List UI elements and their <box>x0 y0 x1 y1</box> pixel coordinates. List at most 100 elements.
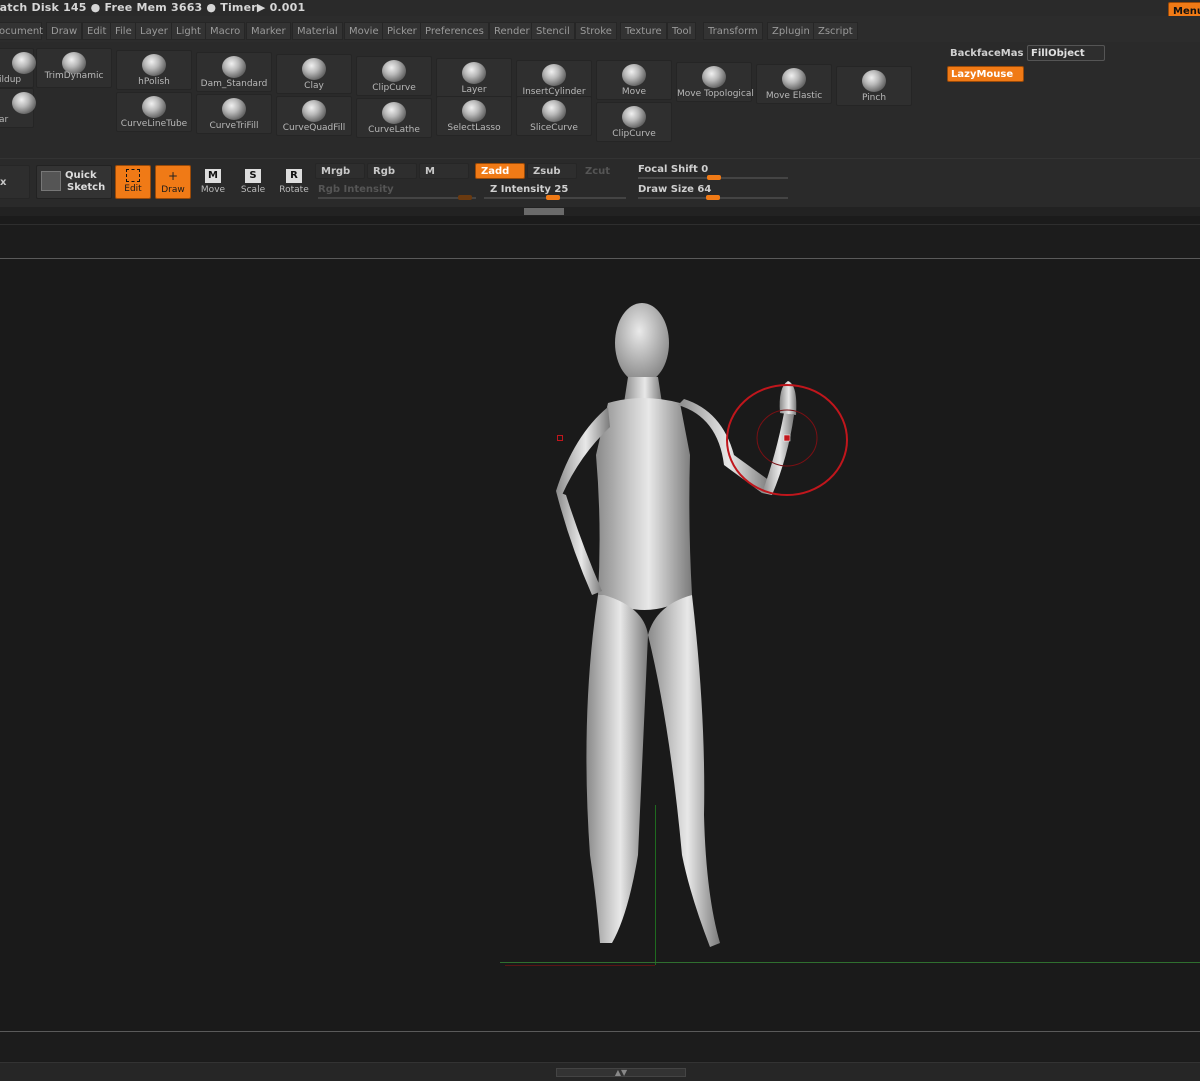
brush-label: Move Elastic <box>765 91 823 101</box>
dam-standard-brush-icon <box>222 56 246 78</box>
brush-label: Move <box>621 87 647 97</box>
z-intensity-value: 25 <box>554 184 569 195</box>
slicecurve-brush-icon <box>542 100 566 122</box>
brush-trimdynamic[interactable]: TrimDynamic <box>36 48 112 88</box>
draw-size-value: 64 <box>697 184 712 195</box>
shelf-scroll-strip[interactable] <box>0 207 1200 216</box>
brush-label: ClipCurve <box>372 83 416 93</box>
menu-document[interactable]: ocument <box>0 22 43 40</box>
backface-mask-label[interactable]: BackfaceMas <box>947 46 1027 62</box>
brush-label: Dam_Standard <box>200 79 268 89</box>
brush-label: SelectLasso <box>447 123 501 133</box>
draw-button[interactable]: + Draw <box>155 165 191 199</box>
menu-picker[interactable]: Picker <box>382 22 422 40</box>
zadd-button[interactable]: Zadd <box>475 163 525 179</box>
brush-label: CurveTriFill <box>209 121 259 131</box>
figure-head <box>615 303 669 383</box>
pinch-brush-icon <box>862 70 886 92</box>
menu-material[interactable]: Material <box>292 22 343 40</box>
left-cut-button[interactable]: x <box>0 165 30 199</box>
brush-label: Move Topological <box>677 89 754 99</box>
brush-insertcylinder[interactable]: InsertCylinder <box>516 60 592 100</box>
rotate-button[interactable]: R Rotate <box>276 165 312 199</box>
brush-slicecurve[interactable]: SliceCurve <box>516 96 592 136</box>
brush-curvetrifill[interactable]: CurveTriFill <box>196 94 272 134</box>
rgb-intensity-knob[interactable] <box>458 195 472 200</box>
z-intensity-knob[interactable] <box>546 195 560 200</box>
brush-selectlasso[interactable]: SelectLasso <box>436 96 512 136</box>
edit-label: Edit <box>124 184 142 194</box>
menu-transform[interactable]: Transform <box>703 22 763 40</box>
brush-label: hPolish <box>138 77 170 87</box>
brush-curvelathe[interactable]: CurveLathe <box>356 98 432 138</box>
rotate-icon: R <box>286 169 302 183</box>
menu-draw[interactable]: Draw <box>46 22 83 40</box>
brush-hpolish[interactable]: hPolish <box>116 50 192 90</box>
lazy-mouse-button[interactable]: LazyMouse <box>947 66 1024 82</box>
menu-zscript[interactable]: Zscript <box>813 22 858 40</box>
move-topological-brush-icon <box>702 66 726 88</box>
scale-label: Scale <box>240 185 266 195</box>
move-button[interactable]: M Move <box>195 165 231 199</box>
menu-edit[interactable]: Edit <box>82 22 112 40</box>
scale-button[interactable]: S Scale <box>235 165 271 199</box>
brush-clay[interactable]: Clay <box>276 54 352 94</box>
brush-label: CurveLineTube <box>120 119 188 129</box>
fill-object-button[interactable]: FillObject <box>1027 45 1105 61</box>
menu-marker[interactable]: Marker <box>246 22 291 40</box>
mrgb-button[interactable]: Mrgb <box>315 163 365 179</box>
edit-button[interactable]: Edit <box>115 165 151 199</box>
brush-label: ClipCurve <box>612 129 656 139</box>
menu-stencil[interactable]: Stencil <box>531 22 575 40</box>
brush-label: ar <box>0 115 9 125</box>
brush-move-topological[interactable]: Move Topological <box>676 62 754 102</box>
menu-preferences[interactable]: Preferences <box>420 22 489 40</box>
menu-zplugin[interactable]: Zplugin <box>767 22 815 40</box>
quick-sketch-button[interactable]: Quick Sketch <box>36 165 112 199</box>
m-button[interactable]: M <box>419 163 469 179</box>
draw-size-label-text: Draw Size <box>638 184 694 195</box>
buildup-brush-icon <box>12 52 37 74</box>
tray-toggle-icon[interactable]: ▲▼ <box>556 1068 686 1077</box>
brush-label: TrimDynamic <box>44 71 104 81</box>
focal-shift-knob[interactable] <box>707 175 721 180</box>
brush-clipcurve-2[interactable]: ClipCurve <box>596 102 672 142</box>
brush-dam-standard[interactable]: Dam_Standard <box>196 52 272 92</box>
rgb-intensity-slider[interactable] <box>318 197 476 199</box>
menu-layer[interactable]: Layer <box>135 22 173 40</box>
menu-light[interactable]: Light <box>171 22 206 40</box>
brush-smear[interactable]: ar <box>0 88 37 128</box>
draw-size-knob[interactable] <box>706 195 720 200</box>
quick-sketch-label-1: Quick <box>65 170 97 181</box>
brush-layer[interactable]: Layer <box>436 58 512 98</box>
rgb-button[interactable]: Rgb <box>367 163 417 179</box>
brush-curvequadfill[interactable]: CurveQuadFill <box>276 96 352 136</box>
zcut-button[interactable]: Zcut <box>579 163 629 179</box>
menu-stroke[interactable]: Stroke <box>575 22 617 40</box>
menu-movie[interactable]: Movie <box>344 22 384 40</box>
brush-clipcurve[interactable]: ClipCurve <box>356 56 432 96</box>
brush-move-elastic[interactable]: Move Elastic <box>756 64 832 104</box>
figure-torso <box>596 398 692 610</box>
menu-file[interactable]: File <box>110 22 137 40</box>
move-label: Move <box>200 185 226 195</box>
shelf-scroll-handle[interactable] <box>524 208 564 215</box>
draw-crosshair-icon: + <box>167 169 179 183</box>
hpolish-brush-icon <box>142 54 166 76</box>
quick-sketch-label-2: Sketch <box>67 182 106 193</box>
brush-curvelinetube[interactable]: CurveLineTube <box>116 92 192 132</box>
zsub-button[interactable]: Zsub <box>527 163 577 179</box>
brush-label: ildup <box>0 75 22 85</box>
menu-render[interactable]: Render <box>489 22 535 40</box>
lazy-mouse-marker <box>557 435 563 441</box>
sketch-icon <box>41 171 61 191</box>
brush-pinch[interactable]: Pinch <box>836 66 912 106</box>
brush-cursor <box>726 384 848 496</box>
menu-texture[interactable]: Texture <box>620 22 667 40</box>
menu-macro[interactable]: Macro <box>205 22 246 40</box>
brush-move[interactable]: Move <box>596 60 672 100</box>
brush-buildup[interactable]: ildup <box>0 48 37 88</box>
menu-tool[interactable]: Tool <box>667 22 697 40</box>
x-axis-line <box>505 965 655 966</box>
clay-brush-icon <box>302 58 326 80</box>
